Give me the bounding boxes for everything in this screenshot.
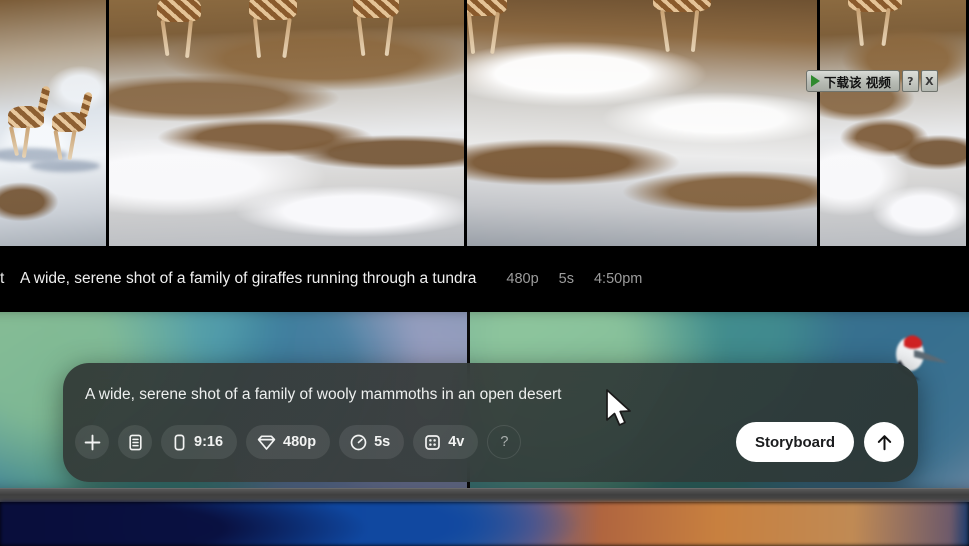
download-help-button[interactable]: ? (901, 70, 919, 92)
storyboard-button[interactable]: Storyboard (735, 422, 854, 462)
scene-builder-button[interactable] (118, 425, 152, 459)
result-prompt-text: A wide, serene shot of a family of giraf… (20, 270, 477, 287)
prompt-input[interactable]: A wide, serene shot of a family of wooly… (85, 385, 798, 405)
download-video-overlay[interactable]: 下载该 视频 ? X (806, 70, 938, 92)
video-thumbnail[interactable] (464, 0, 817, 246)
result-timestamp: 4:50pm (593, 271, 643, 287)
download-video-label: 下载该 视频 (824, 74, 891, 90)
outputs-count-button[interactable]: 4v (413, 425, 479, 459)
green-play-icon (811, 75, 820, 87)
video-thumbnail[interactable] (0, 0, 106, 246)
giraffe-shadow (30, 160, 100, 172)
app-screen: 下载该 视频 ? X t A wide, serene shot of a fa… (0, 0, 969, 546)
resolution-button[interactable]: 480p (246, 425, 331, 459)
clock-icon (350, 434, 367, 450)
duration-button[interactable]: 5s (339, 425, 405, 459)
composer-toolbar: 9:16 480p 5s 4v ? (75, 425, 522, 459)
window-divider-bar (0, 488, 969, 502)
duration-label: 5s (374, 434, 391, 450)
arrow-up-icon (877, 434, 891, 450)
video-result-grid (0, 0, 969, 246)
meta-truncated-prefix: t (0, 270, 5, 287)
video-thumbnail[interactable] (106, 0, 464, 246)
bottom-video-strip[interactable] (0, 502, 969, 546)
result-resolution: 480p (506, 271, 539, 287)
giraffe-body (157, 0, 201, 22)
tundra-scene (820, 0, 966, 246)
download-close-button[interactable]: X (920, 70, 938, 92)
diamond-icon (257, 434, 276, 450)
aspect-ratio-button[interactable]: 9:16 (161, 425, 238, 459)
send-prompt-button[interactable] (864, 422, 904, 462)
question-mark-icon: ? (500, 434, 509, 450)
add-media-button[interactable] (75, 425, 109, 459)
plus-icon (84, 434, 100, 450)
prompt-composer-panel: A wide, serene shot of a family of wooly… (63, 363, 918, 482)
script-frames-icon (128, 434, 142, 450)
result-duration: 5s (558, 271, 574, 287)
video-thumbnail[interactable] (817, 0, 966, 246)
aspect-ratio-label: 9:16 (194, 434, 224, 450)
help-button[interactable]: ? (487, 425, 522, 459)
download-video-button[interactable]: 下载该 视频 (806, 70, 900, 92)
composer-actions: Storyboard (735, 422, 904, 462)
tundra-scene (467, 0, 817, 246)
video-meta-bar: t A wide, serene shot of a family of gir… (0, 246, 969, 312)
giraffe-body (249, 0, 297, 20)
resolution-label: 480p (283, 434, 317, 450)
phone-portrait-icon (174, 434, 185, 450)
grid-dots-icon (425, 434, 441, 450)
outputs-count-label: 4v (448, 434, 465, 450)
